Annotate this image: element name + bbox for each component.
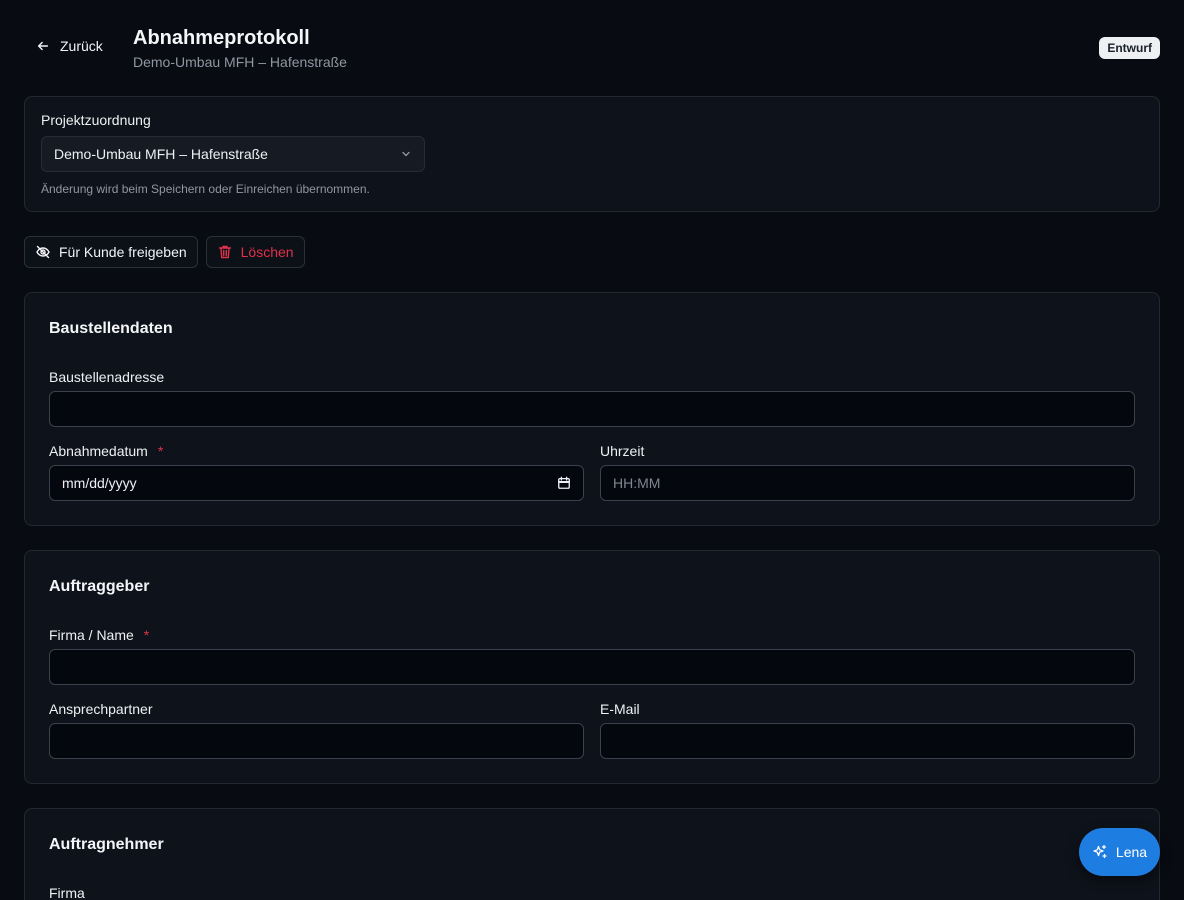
acceptance-date-placeholder: mm/dd/yyyy <box>62 475 137 491</box>
acceptance-date-label-text: Abnahmedatum <box>49 443 148 459</box>
site-data-section: Baustellendaten Baustellenadresse Abnahm… <box>24 292 1160 526</box>
contact-email-row: Ansprechpartner E-Mail <box>49 701 1135 759</box>
site-address-field: Baustellenadresse <box>49 369 1135 427</box>
acceptance-date-input[interactable]: mm/dd/yyyy <box>49 465 584 501</box>
share-with-client-button[interactable]: Für Kunde freigeben <box>24 236 198 268</box>
action-bar: Für Kunde freigeben Löschen <box>24 236 1160 268</box>
date-time-row: Abnahmedatum * mm/dd/yyyy Uhrzeit HH:MM <box>49 443 1135 501</box>
contractor-company-label: Firma <box>49 885 85 900</box>
client-company-input[interactable] <box>49 649 1135 685</box>
share-button-label: Für Kunde freigeben <box>59 244 187 260</box>
email-label: E-Mail <box>600 701 640 717</box>
client-company-field: Firma / Name * <box>49 627 1135 685</box>
client-company-label: Firma / Name * <box>49 627 1135 643</box>
project-assignment-card: Projektzuordnung Demo-Umbau MFH – Hafens… <box>24 96 1160 212</box>
delete-button[interactable]: Löschen <box>205 236 305 268</box>
delete-button-label: Löschen <box>240 244 294 260</box>
site-data-title: Baustellendaten <box>49 320 173 337</box>
acceptance-date-field: Abnahmedatum * mm/dd/yyyy <box>49 443 584 501</box>
page: Zurück Abnahmeprotokoll Demo-Umbau MFH –… <box>0 0 1184 900</box>
time-field: Uhrzeit HH:MM <box>600 443 1135 501</box>
back-button[interactable]: Zurück <box>34 36 105 56</box>
contractor-company-field: Firma <box>49 885 1135 900</box>
assistant-button[interactable]: Lena <box>1079 828 1160 876</box>
contractor-title: Auftragnehmer <box>49 836 164 853</box>
calendar-icon[interactable] <box>557 476 571 490</box>
project-hint: Änderung wird beim Speichern oder Einrei… <box>41 182 370 196</box>
contact-person-field: Ansprechpartner <box>49 701 584 759</box>
client-title: Auftraggeber <box>49 578 150 595</box>
acceptance-date-label: Abnahmedatum * <box>49 443 584 459</box>
sparkles-icon <box>1093 844 1107 859</box>
page-title: Abnahmeprotokoll <box>133 27 310 49</box>
time-label: Uhrzeit <box>600 443 645 459</box>
client-company-label-text: Firma / Name <box>49 627 134 643</box>
assistant-button-label: Lena <box>1115 844 1148 860</box>
contact-person-label: Ansprechpartner <box>49 701 153 717</box>
status-badge: Entwurf <box>1099 37 1160 59</box>
project-select-value: Demo-Umbau MFH – Hafenstraße <box>54 146 268 162</box>
site-address-input[interactable] <box>49 391 1135 427</box>
trash-icon <box>218 245 231 259</box>
back-button-label: Zurück <box>60 38 103 54</box>
project-assignment-label: Projektzuordnung <box>41 112 151 128</box>
email-field: E-Mail <box>600 701 1135 759</box>
contractor-section: Auftragnehmer Firma <box>24 808 1160 900</box>
page-subtitle: Demo-Umbau MFH – Hafenstraße <box>133 54 347 70</box>
client-section: Auftraggeber Firma / Name * Ansprechpartn… <box>24 550 1160 784</box>
arrow-left-icon <box>37 41 49 51</box>
contact-person-input[interactable] <box>49 723 584 759</box>
required-marker: * <box>143 627 150 643</box>
title-group: Abnahmeprotokoll Demo-Umbau MFH – Hafens… <box>133 26 347 70</box>
required-marker: * <box>157 443 164 459</box>
time-placeholder: HH:MM <box>613 475 661 491</box>
chevron-down-icon <box>402 151 410 157</box>
eye-off-icon <box>36 245 50 259</box>
page-header: Zurück Abnahmeprotokoll Demo-Umbau MFH –… <box>24 0 1160 96</box>
email-input[interactable] <box>600 723 1135 759</box>
time-input[interactable]: HH:MM <box>600 465 1135 501</box>
site-address-label: Baustellenadresse <box>49 369 165 385</box>
project-select[interactable]: Demo-Umbau MFH – Hafenstraße <box>41 136 425 172</box>
